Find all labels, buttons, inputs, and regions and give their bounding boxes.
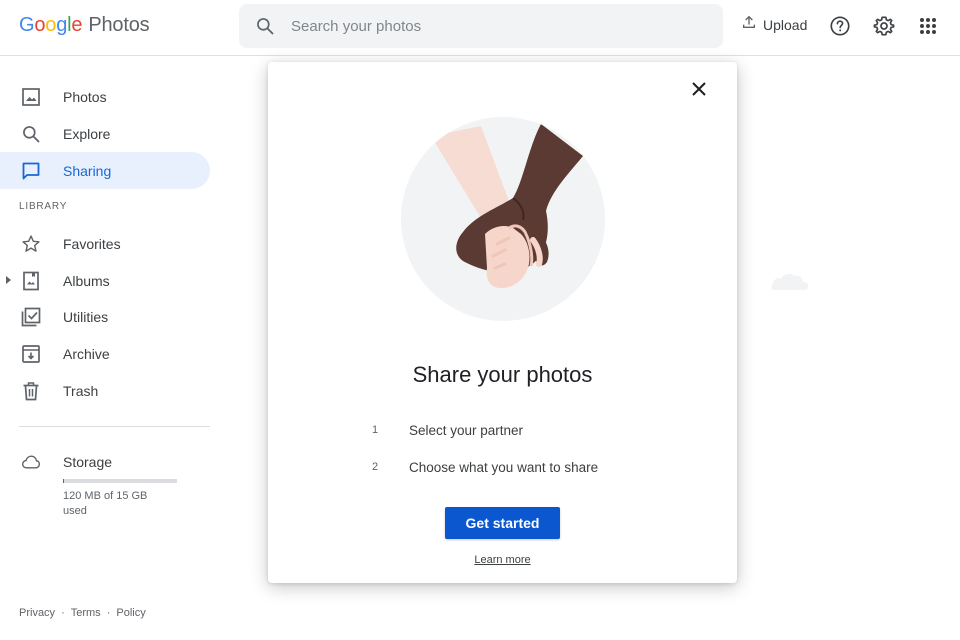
settings-icon[interactable]: [872, 14, 896, 38]
sidebar-item-sharing[interactable]: Sharing: [0, 152, 210, 189]
upload-label: Upload: [763, 16, 808, 33]
logo-letter: o: [34, 14, 46, 36]
search-icon: [20, 123, 42, 145]
search-input[interactable]: [291, 17, 691, 35]
logo-product-name: Photos: [88, 14, 150, 36]
library-section-label: LIBRARY: [19, 201, 68, 212]
storage-usage-fill: [63, 479, 65, 483]
logo-letter: o: [45, 14, 57, 36]
album-icon: [20, 270, 42, 292]
step-text: Choose what you want to share: [409, 460, 599, 475]
logo-letter: G: [19, 14, 35, 36]
trash-icon: [20, 380, 42, 402]
background-cloud-illustration: [771, 273, 809, 290]
storage-label: Storage: [63, 453, 113, 470]
sidebar-item-trash[interactable]: Trash: [0, 372, 210, 409]
apps-grid-icon[interactable]: [916, 14, 940, 38]
sidebar-item-explore[interactable]: Explore: [0, 115, 210, 152]
storage-usage-text: 120 MB of 15 GB used: [63, 490, 148, 517]
step-text: Select your partner: [409, 423, 524, 438]
share-dialog: Share your photos 1 Select your partner …: [268, 62, 737, 583]
sidebar-item-label: Photos: [63, 88, 107, 105]
get-started-button[interactable]: Get started: [445, 507, 560, 539]
sidebar-item-utilities[interactable]: Utilities: [0, 298, 210, 335]
logo-letter: e: [71, 14, 83, 36]
policy-link[interactable]: Policy: [116, 607, 145, 619]
close-icon[interactable]: [688, 78, 710, 100]
star-icon: [20, 233, 42, 255]
footer-separator: ·: [61, 607, 65, 619]
utilities-icon: [20, 306, 42, 328]
storage-usage-bar: [63, 479, 177, 483]
sidebar-item-label: Utilities: [63, 308, 109, 325]
sidebar-item-archive[interactable]: Archive: [0, 335, 210, 372]
step-number: 2: [372, 461, 379, 473]
step-number: 1: [372, 424, 379, 436]
terms-link[interactable]: Terms: [71, 607, 101, 619]
photo-icon: [20, 86, 42, 108]
upload-button[interactable]: Upload: [741, 14, 807, 35]
privacy-link[interactable]: Privacy: [19, 607, 55, 619]
sidebar-item-label: Albums: [63, 272, 110, 289]
help-icon[interactable]: [828, 14, 852, 38]
sidebar-item-label: Explore: [63, 125, 111, 142]
learn-more-link[interactable]: Learn more: [268, 554, 737, 566]
sidebar-divider: [19, 426, 210, 427]
logo-letter: g: [56, 14, 68, 36]
search-icon[interactable]: [253, 14, 277, 38]
chat-bubble-icon: [20, 160, 42, 182]
holding-hands-illustration: [401, 117, 605, 321]
step-item: 1 Select your partner: [372, 423, 523, 438]
sidebar-item-label: Sharing: [63, 162, 112, 179]
sidebar-item-label: Trash: [63, 382, 99, 399]
upload-icon: [741, 14, 757, 35]
google-photos-logo[interactable]: Google Photos: [19, 14, 150, 37]
logo-google-wordmark: Google: [19, 14, 83, 37]
sidebar-item-label: Favorites: [63, 235, 121, 252]
dialog-title: Share your photos: [412, 362, 593, 387]
sidebar-item-storage[interactable]: Storage: [0, 443, 210, 480]
sidebar-item-favorites[interactable]: Favorites: [0, 225, 210, 262]
footer-links: Privacy · Terms · Policy: [19, 607, 146, 619]
search-bar[interactable]: [239, 4, 723, 48]
sidebar-item-photos[interactable]: Photos: [0, 78, 210, 115]
top-bar: Google Photos Upload: [0, 0, 960, 56]
archive-icon: [20, 343, 42, 365]
step-item: 2 Choose what you want to share: [372, 460, 598, 475]
footer-separator: ·: [106, 607, 111, 619]
sidebar-item-albums[interactable]: Albums: [0, 262, 210, 299]
sidebar-item-label: Archive: [63, 345, 110, 362]
cloud-icon: [20, 451, 42, 473]
